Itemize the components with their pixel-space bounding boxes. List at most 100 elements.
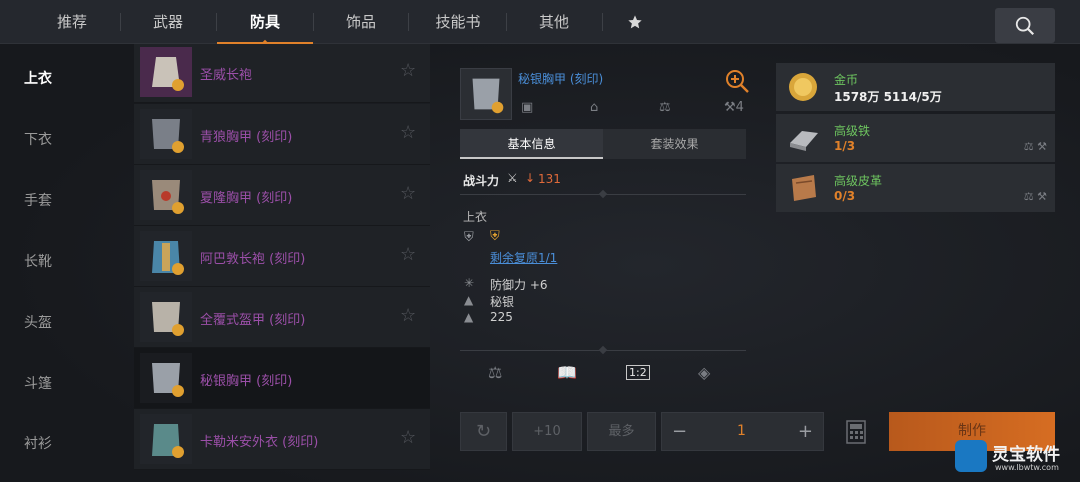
material-iron: 高级铁 1/3 ⚖ ⚒	[776, 114, 1055, 162]
list-item-selected[interactable]: 秘银胸甲 (刻印)	[134, 348, 430, 409]
stat-material: 秘银	[490, 295, 515, 309]
slot-label: 上衣	[463, 210, 488, 224]
category-shirts[interactable]: 衬衫	[24, 433, 52, 453]
top-nav: 推荐 武器 防具 饰品 技能书 其他	[0, 0, 1080, 49]
material-leather: 高级皮革 0/3 ⚖ ⚒	[776, 164, 1055, 212]
stat-weight: 225	[490, 310, 513, 324]
category-cloaks[interactable]: 斗篷	[24, 373, 52, 393]
material-name: 金币	[834, 73, 859, 87]
hammer-count-value: 4	[735, 100, 744, 115]
material-value: 0/3	[834, 189, 856, 203]
swords-icon: ⚔	[507, 171, 518, 185]
material-icon: ▲	[464, 293, 474, 307]
tab-recommend[interactable]: 推荐	[40, 0, 104, 44]
tab-accessories[interactable]: 饰品	[329, 0, 393, 44]
trade-tool-icons: ⚖ ⚒	[1023, 140, 1047, 153]
search-icon	[1015, 16, 1035, 36]
list-item[interactable]: 全覆式盔甲 (刻印) ☆	[134, 287, 430, 348]
book-icon[interactable]: 📖	[557, 363, 577, 382]
category-boots[interactable]: 长靴	[24, 251, 52, 271]
tab-skillbooks[interactable]: 技能书	[420, 0, 496, 44]
minus-button[interactable]: −	[672, 413, 687, 450]
item-name: 阿巴敦长袍 (刻印)	[200, 252, 306, 267]
chestplate-icon	[140, 292, 192, 342]
favorite-star-icon[interactable]: ☆	[400, 183, 416, 204]
robe-icon	[140, 231, 192, 281]
category-helmets[interactable]: 头盔	[24, 312, 52, 332]
arrow-down-icon: ↓	[525, 171, 536, 185]
category-tops[interactable]: 上衣	[24, 68, 52, 88]
zoom-in-icon[interactable]	[724, 68, 750, 94]
tab-armor[interactable]: 防具	[217, 0, 313, 49]
favorite-star-icon[interactable]: ☆	[400, 427, 416, 448]
material-name: 高级铁	[834, 124, 871, 138]
item-detail-title: 秘银胸甲 (刻印)	[518, 72, 604, 86]
list-item[interactable]: 卡勒米安外衣 (刻印) ☆	[134, 409, 430, 470]
watermark-name: 灵宝软件	[992, 445, 1060, 465]
item-name: 卡勒米安外衣 (刻印)	[200, 435, 319, 450]
tab-other[interactable]: 其他	[522, 0, 586, 44]
plus-button[interactable]: +	[798, 413, 813, 450]
watermark-url: www.lbwtw.com	[995, 463, 1059, 472]
chestplate-icon	[140, 353, 192, 403]
tab-armor-label: 防具	[249, 13, 280, 31]
list-item[interactable]: 阿巴敦长袍 (刻印) ☆	[134, 226, 430, 287]
material-gold: 金币 1578万 5114/5万	[776, 63, 1055, 111]
gem-icon[interactable]: ◈	[698, 363, 710, 382]
robe-icon	[140, 47, 192, 97]
chestplate-icon	[140, 170, 192, 220]
watermark: 灵宝软件 www.lbwtw.com	[955, 437, 1080, 482]
shield-icon: ⛨	[464, 230, 474, 245]
reset-button[interactable]: ↻	[460, 412, 507, 451]
plus10-button[interactable]: +10	[512, 412, 582, 451]
refresh-icon: ↻	[475, 421, 492, 442]
stat-defense: 防御力 +6	[490, 278, 548, 292]
restore-link[interactable]: 剩余复原1/1	[490, 249, 557, 266]
list-item[interactable]: 青狼胸甲 (刻印) ☆	[134, 104, 430, 165]
max-button[interactable]: 最多	[587, 412, 656, 451]
material-value: 1/3	[834, 139, 856, 153]
scale-icon[interactable]: ⚖	[488, 363, 502, 382]
item-list[interactable]: 圣威长袍 ☆ 青狼胸甲 (刻印) ☆ 夏隆胸甲 (刻印) ☆ 阿巴敦长袍 (刻印…	[134, 44, 430, 482]
chestplate-icon	[140, 109, 192, 159]
robe-icon	[140, 414, 192, 464]
item-name: 圣威长袍	[200, 68, 253, 83]
tab-set-effect[interactable]: 套装效果	[603, 129, 746, 159]
search-button[interactable]	[995, 8, 1055, 43]
tab-weapons[interactable]: 武器	[136, 0, 200, 44]
item-name: 全覆式盔甲 (刻印)	[200, 313, 306, 328]
anvil-icon: ⚒	[724, 100, 736, 115]
ratio-icon[interactable]: 1:2	[626, 365, 650, 380]
leather-icon	[792, 175, 816, 201]
trade-icon: ⚖	[659, 100, 671, 115]
detail-tabs: 基本信息 套装效果	[460, 129, 746, 159]
shop-icon: ⌂	[590, 100, 599, 115]
item-name: 秘银胸甲 (刻印)	[200, 374, 293, 389]
star-icon	[628, 15, 642, 29]
defense-icon: ✳	[464, 276, 475, 290]
item-name: 夏隆胸甲 (刻印)	[200, 191, 293, 206]
item-name: 青狼胸甲 (刻印)	[200, 130, 293, 145]
list-item[interactable]: 夏隆胸甲 (刻印) ☆	[134, 165, 430, 226]
watermark-logo-icon	[955, 440, 987, 472]
favorite-star-icon[interactable]: ☆	[400, 122, 416, 143]
category-gloves[interactable]: 手套	[24, 190, 52, 210]
tab-favorites[interactable]	[620, 0, 650, 44]
hammer-count: ⚒4	[724, 100, 754, 118]
list-item[interactable]: 圣威长袍 ☆	[134, 44, 430, 103]
calculator-icon[interactable]	[846, 420, 866, 444]
favorite-star-icon[interactable]: ☆	[400, 60, 416, 81]
favorite-star-icon[interactable]: ☆	[400, 244, 416, 265]
combat-power-label: 战斗力	[463, 174, 500, 188]
engrave-icon: ⛨	[490, 229, 500, 244]
tab-basic-info[interactable]: 基本信息	[460, 129, 603, 159]
iron-ingot-icon	[790, 131, 818, 151]
storage-icon: ▣	[521, 100, 534, 115]
material-name: 高级皮革	[834, 174, 883, 188]
material-value: 1578万 5114/5万	[834, 90, 942, 104]
combat-power-value: 131	[538, 172, 561, 186]
category-bottoms[interactable]: 下衣	[24, 129, 52, 149]
quantity-value[interactable]: 1	[737, 423, 746, 439]
favorite-star-icon[interactable]: ☆	[400, 305, 416, 326]
item-detail-icon	[460, 68, 512, 120]
